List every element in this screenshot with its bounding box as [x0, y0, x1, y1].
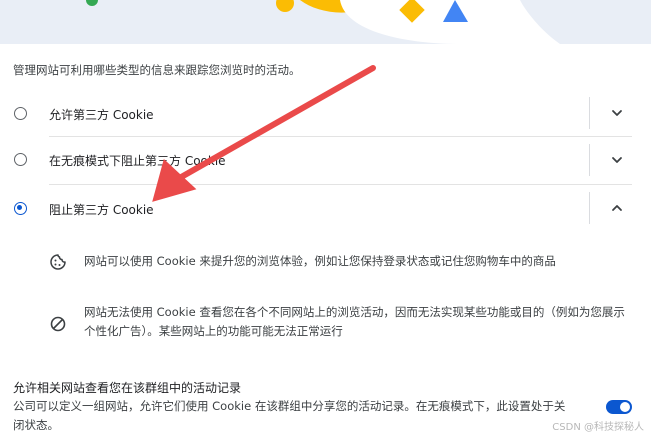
green-shape-icon — [86, 0, 98, 6]
chevron-down-icon[interactable] — [610, 153, 624, 167]
divider — [589, 97, 590, 129]
detail-text: 网站可以使用 Cookie 来提升您的浏览体验，例如让您保持登录状态或记住您购物… — [84, 254, 556, 268]
chevron-up-icon[interactable] — [610, 201, 624, 215]
block-icon — [50, 316, 66, 332]
cookie-icon — [50, 254, 66, 270]
toggle-knob — [620, 402, 630, 412]
illustration-graphic — [86, 0, 560, 44]
watermark: CSDN @科技探秘人 — [552, 422, 644, 433]
related-sites-toggle[interactable] — [606, 400, 632, 414]
option-block-in-incognito[interactable]: 在无痕模式下阻止第三方 Cookie — [0, 137, 651, 183]
radio-block-third-party[interactable] — [14, 202, 27, 215]
radio-allow-third-party[interactable] — [14, 107, 27, 120]
divider — [589, 144, 590, 176]
chevron-down-icon[interactable] — [610, 106, 624, 120]
radio-block-in-incognito[interactable] — [14, 153, 27, 166]
related-sites-title: 允许相关网站查看您在该群组中的活动记录 — [13, 381, 242, 395]
illustration-banner — [0, 0, 651, 44]
option-label: 在无痕模式下阻止第三方 Cookie — [49, 154, 226, 168]
divider — [589, 192, 590, 224]
yellow-circle-shape — [276, 0, 294, 12]
page-subtitle: 管理网站可利用哪些类型的信息来跟踪您浏览时的活动。 — [13, 63, 301, 77]
option-label: 允许第三方 Cookie — [49, 108, 154, 122]
detail-text: 网站无法使用 Cookie 查看您在各个不同网站上的浏览活动，因而无法实现某些功… — [84, 305, 625, 338]
option-label: 阻止第三方 Cookie — [49, 203, 154, 217]
option-block-third-party[interactable]: 阻止第三方 Cookie — [0, 185, 651, 231]
related-sites-description: 公司可以定义一组网站，允许它们使用 Cookie 在该群组中分享您的活动记录。在… — [13, 399, 566, 432]
option-allow-third-party[interactable]: 允许第三方 Cookie — [0, 90, 651, 136]
